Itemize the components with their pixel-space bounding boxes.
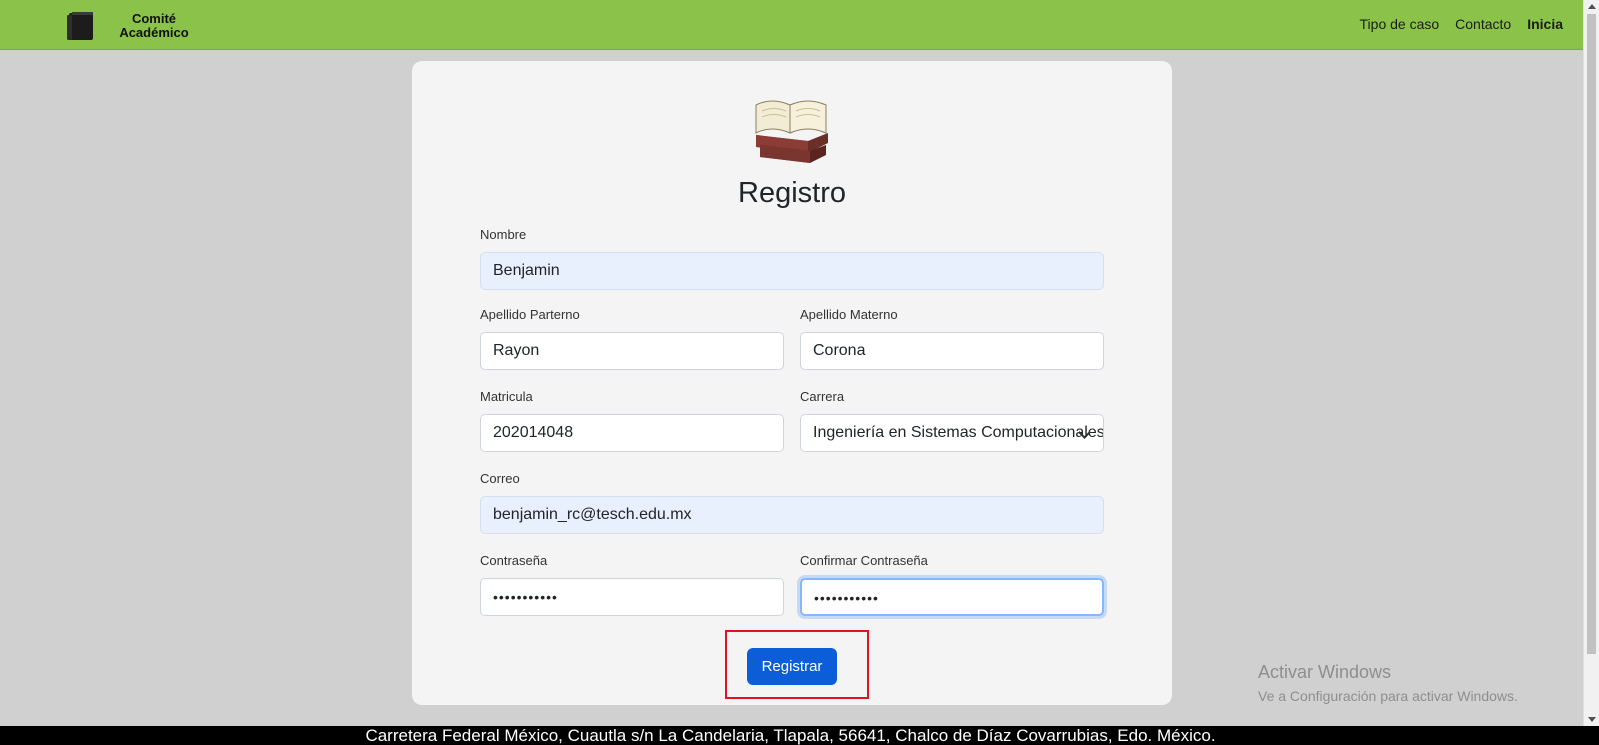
correo-input[interactable]: benjamin_rc@tesch.edu.mx [480,496,1104,534]
contrasena-input[interactable]: ••••••••••• [480,578,784,616]
scroll-thumb[interactable] [1587,14,1596,654]
apellido-paterno-label: Apellido Parterno [480,307,580,322]
activation-watermark-title: Activar Windows [1258,662,1392,682]
nav-link-tipo-de-caso[interactable]: Tipo de caso [1360,16,1440,32]
brand-line1: Comité [131,11,177,26]
books-logo-icon [755,100,828,163]
correo-label: Correo [480,471,520,486]
brand-line2: Académico [119,25,189,40]
confirmar-contrasena-input[interactable]: ••••••••••• [800,578,1104,616]
scroll-up-arrow-icon[interactable] [1588,4,1596,9]
vertical-scrollbar[interactable] [1583,0,1599,726]
brand-name: Comité Académico [114,12,194,40]
apellido-materno-label: Apellido Materno [800,307,898,322]
apellido-materno-input[interactable]: Corona [800,332,1104,370]
matricula-input[interactable]: 202014048 [480,414,784,452]
nav-links: Tipo de caso Contacto Inicia [1360,16,1563,32]
footer-address: Carretera Federal México, Cuautla s/n La… [0,726,1599,745]
carrera-select[interactable]: Ingeniería en Sistemas Computacionales [800,414,1104,452]
page-title: Registro [738,177,846,209]
matricula-label: Matricula [480,389,533,404]
registrar-button[interactable]: Registrar [747,648,837,685]
top-navbar: Comité Académico Tipo de caso Contacto I… [0,0,1583,50]
nombre-input[interactable]: Benjamin [480,252,1104,290]
activation-watermark-subtitle: Ve a Configuración para activar Windows. [1258,688,1518,704]
carrera-label: Carrera [800,389,845,404]
brand[interactable]: Comité Académico [66,10,189,42]
confirmar-contrasena-label: Confirmar Contraseña [800,553,928,568]
contrasena-label: Contraseña [480,553,548,568]
carrera-selected-value: Ingeniería en Sistemas Computacionales [813,424,1104,441]
apellido-paterno-input[interactable]: Rayon [480,332,784,370]
nav-link-inicia[interactable]: Inicia [1527,16,1563,32]
nav-link-contacto[interactable]: Contacto [1455,16,1511,32]
nombre-label: Nombre [480,227,527,242]
book-icon [67,12,93,40]
scroll-down-arrow-icon[interactable] [1588,717,1596,722]
registration-card: Registro Nombre Benjamin Apellido Parter… [412,61,1172,705]
